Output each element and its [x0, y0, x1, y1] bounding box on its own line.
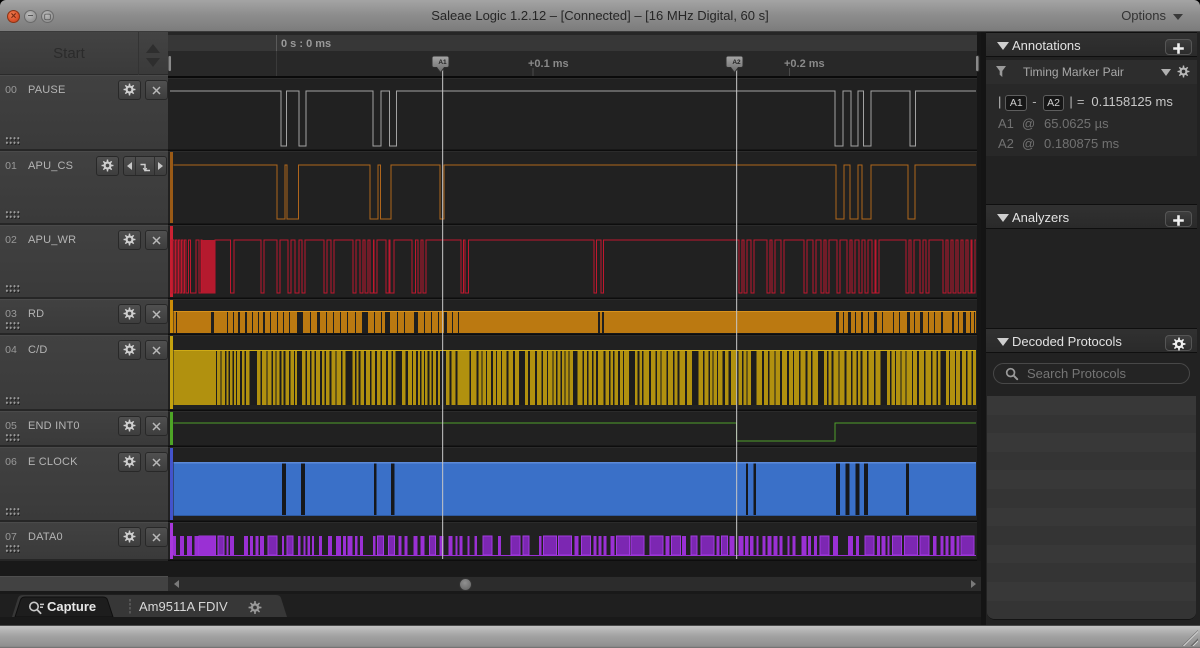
svg-text:0 s : 0 ms: 0 s : 0 ms [281, 38, 331, 50]
svg-text:+0.1 ms: +0.1 ms [528, 58, 569, 70]
svg-text:A2: A2 [732, 59, 741, 66]
svg-text:+0.2 ms: +0.2 ms [784, 58, 825, 70]
svg-text:A1: A1 [438, 59, 447, 66]
